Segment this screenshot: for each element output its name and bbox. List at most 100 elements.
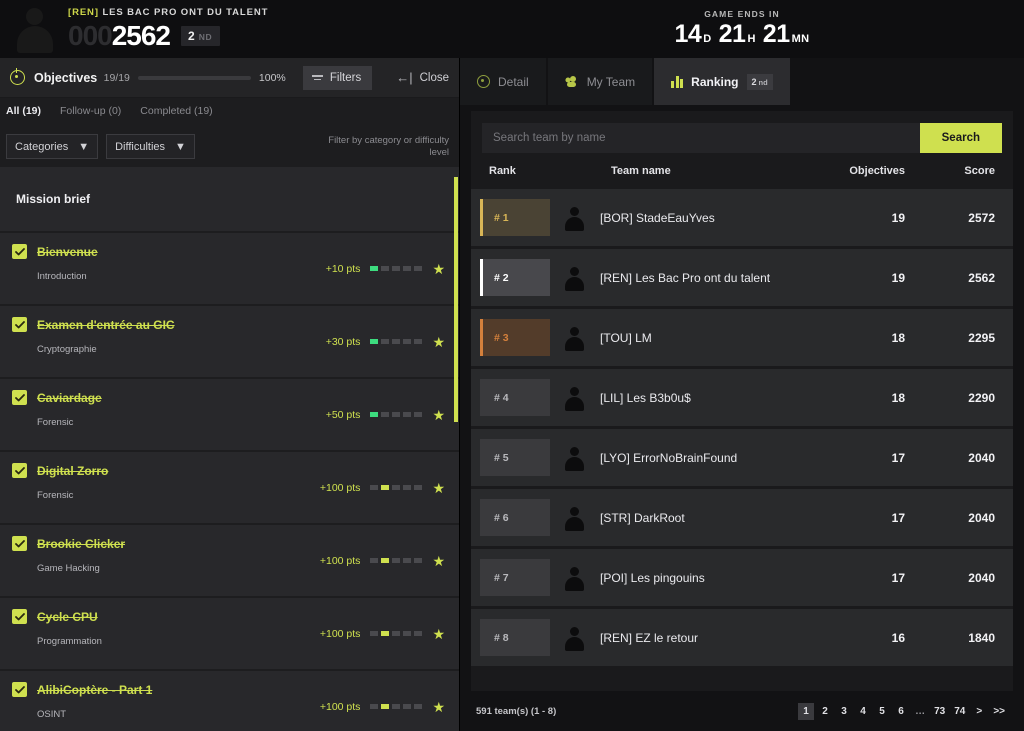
mission-star-icon[interactable]: ★ <box>432 554 445 568</box>
mission-star-icon[interactable]: ★ <box>432 408 445 422</box>
mission-star-icon[interactable]: ★ <box>432 627 445 641</box>
rank-cell: # 8 <box>480 619 550 656</box>
objectives-value: 18 <box>891 390 905 405</box>
mission-item[interactable]: AlibiCoptère - Part 1 OSINT +100 pts ★ <box>0 671 459 731</box>
mission-title: Caviardage <box>37 390 102 405</box>
mission-brief-row[interactable]: Mission brief <box>0 167 459 231</box>
mission-points: +100 pts <box>319 554 361 567</box>
mission-points: +10 pts <box>325 262 361 275</box>
search-input[interactable] <box>482 123 920 153</box>
avatar <box>562 445 588 471</box>
tab-ranking[interactable]: Ranking 2nd <box>654 58 790 105</box>
mission-star-icon[interactable]: ★ <box>432 262 445 276</box>
scrollbar-thumb[interactable] <box>454 177 458 422</box>
score-value: 2562 <box>111 19 171 51</box>
search-button[interactable]: Search <box>919 123 1002 153</box>
mission-checkbox[interactable] <box>12 390 27 405</box>
pagination: 591 team(s) (1 - 8) 1 2 3 4 5 6… 73 74 > >> <box>460 691 1024 731</box>
mission-checkbox[interactable] <box>12 244 27 259</box>
table-row[interactable]: # 3 [TOU] LM 18 2295 <box>471 309 1013 366</box>
tab-my-team[interactable]: My Team <box>547 58 653 105</box>
objectives-tab-2[interactable]: Completed (19) <box>140 105 212 117</box>
mission-star-icon[interactable]: ★ <box>432 700 445 714</box>
pagination-page-1[interactable]: 1 <box>798 702 815 720</box>
team-name-value: [STR] DarkRoot <box>600 510 685 525</box>
target-icon <box>10 68 25 85</box>
pagination-page-5[interactable]: 5 <box>874 703 890 720</box>
categories-dropdown[interactable]: Categories ▼ <box>6 134 99 159</box>
pagination-page->>[interactable]: >> <box>990 703 1008 720</box>
column-header-rank: Rank <box>489 165 516 177</box>
mission-item[interactable]: Caviardage Forensic +50 pts ★ <box>0 379 459 450</box>
mission-points: +100 pts <box>319 481 361 494</box>
mission-item[interactable]: Examen d'entrée au GIC Cryptographie +30 p… <box>0 306 459 377</box>
pagination-pages: 1 2 3 4 5 6… 73 74 > >> <box>798 702 1008 720</box>
mission-item[interactable]: Bienvenue Introduction +10 pts ★ <box>0 233 459 304</box>
objectives-title: Objectives <box>34 70 98 85</box>
people-icon <box>565 75 579 88</box>
pagination-page-6[interactable]: 6 <box>893 703 909 720</box>
pagination-page-73[interactable]: 73 <box>931 703 948 720</box>
mission-points: +30 pts <box>325 335 361 348</box>
tab-detail[interactable]: Detail <box>460 58 546 105</box>
ranking-card: Search Rank Team name Objectives Score #… <box>471 111 1013 691</box>
table-row[interactable]: # 7 [POI] Les pingouins 17 2040 <box>471 549 1013 606</box>
filters-button[interactable]: Filters <box>302 65 373 90</box>
pagination-page-74[interactable]: 74 <box>951 703 968 720</box>
difficulties-dropdown[interactable]: Difficulties ▼ <box>106 134 195 159</box>
mission-star-icon[interactable]: ★ <box>432 481 445 495</box>
score-value: 2040 <box>968 570 995 585</box>
close-panel-button[interactable]: ←| Close <box>396 71 449 84</box>
pagination-page-4[interactable]: 4 <box>855 703 871 720</box>
table-row[interactable]: # 6 [STR] DarkRoot 17 2040 <box>471 489 1013 546</box>
panel-tabs: Detail My Team Ranking 2nd <box>460 58 1024 105</box>
countdown-minutes-unit: MN <box>791 33 810 45</box>
objectives-scrollbar[interactable] <box>454 167 458 731</box>
score-value: 2290 <box>968 390 995 405</box>
mission-checkbox[interactable] <box>12 317 27 332</box>
mission-title: Brookie Clicker <box>37 536 126 551</box>
mission-item[interactable]: Cycle CPU Programmation +100 pts ★ <box>0 598 459 669</box>
rank-cell: # 3 <box>480 319 550 356</box>
tab-rank-badge: 2nd <box>746 73 773 90</box>
team-name-value: [LIL] Les B3b0u$ <box>600 390 691 405</box>
objectives-filter-tabs: All (19) Follow-up (0) Completed (19) <box>0 98 459 124</box>
mission-star-icon[interactable]: ★ <box>432 335 445 349</box>
chevron-down-icon: ▼ <box>78 140 90 153</box>
objectives-tab-1[interactable]: Follow-up (0) <box>60 105 121 117</box>
mission-difficulty-bars <box>370 412 423 417</box>
countdown-days-unit: D <box>703 33 712 45</box>
score-leading-zeros: 000 <box>68 19 113 51</box>
score-value: 2562 <box>968 270 995 285</box>
search-row: Search <box>471 111 1013 153</box>
mission-checkbox[interactable] <box>12 536 27 551</box>
rank-badge-number: 2 <box>188 28 195 43</box>
avatar <box>562 625 588 651</box>
mission-item[interactable]: Digital Zorro Forensic +100 pts ★ <box>0 452 459 523</box>
pagination-page->[interactable]: > <box>971 703 987 720</box>
mission-list: Mission brief Bienvenue Introduction +10 pt… <box>0 167 459 731</box>
table-row[interactable]: # 5 [LYO] ErrorNoBrainFound 17 2040 <box>471 429 1013 486</box>
table-row[interactable]: # 4 [LIL] Les B3b0u$ 18 2290 <box>471 369 1013 426</box>
table-row[interactable]: # 8 [REN] EZ le retour 16 1840 <box>471 609 1013 666</box>
mission-checkbox[interactable] <box>12 609 27 624</box>
ranking-panel: Detail My Team Ranking2nd Search Rank Team… <box>460 58 1024 731</box>
pagination-page-2[interactable]: 2 <box>817 703 833 720</box>
pagination-page-3[interactable]: 3 <box>836 703 852 720</box>
table-row[interactable]: # 2 [REN] Les Bac Pro ont du talent 19 2562 <box>471 249 1013 306</box>
table-row[interactable]: # 1 [BOR] StadeEauYves 19 2572 <box>471 189 1013 246</box>
top-bar: [REN] LES BAC PRO ONT DU TALENT 000 2562… <box>0 0 1024 58</box>
countdown-block: GAME ENDS IN 14 D 21 H 21 MN <box>460 0 1024 58</box>
objectives-value: 17 <box>891 570 905 585</box>
mission-checkbox[interactable] <box>12 682 27 697</box>
mission-item[interactable]: Brookie Clicker Game Hacking +100 pts ★ <box>0 525 459 596</box>
tab-label: My Team <box>586 74 636 89</box>
player-summary: [REN] LES BAC PRO ONT DU TALENT 000 2562… <box>0 0 460 58</box>
objectives-progress-group: 19/19 100% Filters ←| Close <box>104 65 449 90</box>
mission-checkbox[interactable] <box>12 463 27 478</box>
objectives-panel: Objectives 19/19 100% Filters ←| Close A… <box>0 58 460 731</box>
categories-dropdown-label: Categories <box>15 140 69 153</box>
close-button-label: Close <box>419 71 449 84</box>
ranking-table-header: Rank Team name Objectives Score <box>471 153 1013 189</box>
objectives-tab-0[interactable]: All (19) <box>6 105 41 117</box>
